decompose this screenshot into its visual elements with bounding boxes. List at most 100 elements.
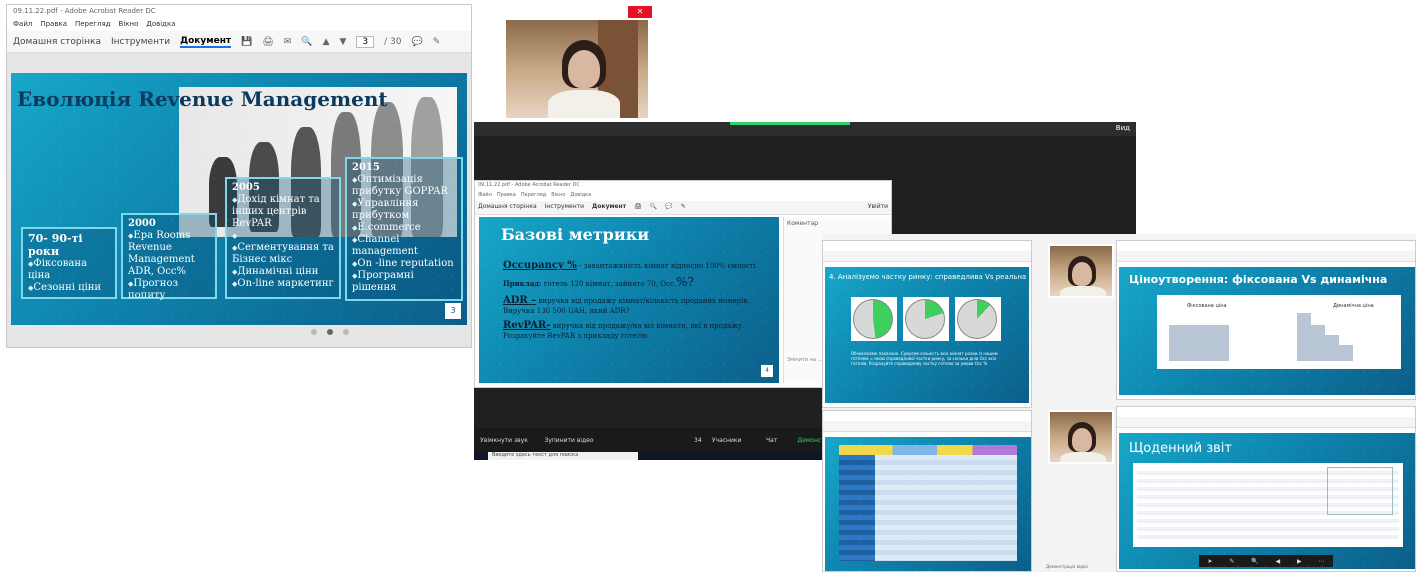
tab-home[interactable]: Домашня сторінка	[13, 37, 101, 47]
box-header: 2015	[352, 162, 380, 173]
chat-button[interactable]: Чат	[752, 437, 792, 444]
taskbar-search-input[interactable]: Введите здесь текст для поиска	[488, 452, 638, 460]
example-text: готель 120 кімнат, зайнято 70, Occ.	[541, 280, 677, 288]
menu-help[interactable]: Довідка	[570, 192, 591, 200]
chart-panel	[955, 297, 1001, 341]
stop-video-button[interactable]: Зупинити відео	[534, 437, 604, 444]
page-number-input[interactable]: 3	[356, 35, 375, 48]
page-up-icon[interactable]: ▲	[323, 37, 330, 47]
box-item: E.commerce	[352, 222, 456, 234]
menu-edit[interactable]: Правка	[40, 20, 67, 30]
tile-toolbar	[823, 251, 1031, 262]
mute-button[interactable]: Увімкнути звук	[474, 437, 534, 444]
gallery-grid: 4. Аналізуємо частку ринку: справедлива …	[822, 234, 1416, 572]
slide-title: Щоденний звіт	[1129, 441, 1232, 456]
menu-edit[interactable]: Правка	[497, 192, 516, 200]
menu-window[interactable]: Вікно	[551, 192, 565, 200]
menu-help[interactable]: Довідка	[146, 20, 175, 30]
zoom-icon[interactable]: 🔍	[1251, 558, 1258, 565]
box-header: 70- 90-ті роки	[28, 232, 83, 259]
toolbar: Домашня сторінка Інструменти Документ 💾 …	[7, 31, 471, 53]
window-close-button[interactable]: ✕	[628, 6, 652, 18]
slide-number-badge: 4	[761, 365, 773, 377]
page-dot-active[interactable]	[327, 329, 333, 335]
slide-title: Ціноутворення: фіксована Vs динамічна	[1129, 273, 1388, 286]
chart-panel	[903, 297, 949, 341]
print-icon[interactable]: 🖨	[262, 37, 273, 47]
term-adr: ADR –	[503, 294, 537, 306]
comment-icon[interactable]: 💬	[412, 37, 423, 47]
page-down-icon[interactable]: ▼	[339, 37, 346, 47]
pen-icon[interactable]: ✎	[681, 203, 686, 212]
tile-daily-report: Щоденний звіт ➤ ✎ 🔍 ◀ ▶ ⋯	[1116, 406, 1416, 572]
pointer-icon[interactable]: ➤	[1207, 558, 1212, 565]
save-icon[interactable]: 💾	[241, 37, 252, 47]
dynamic-price-bar	[1311, 325, 1325, 361]
occupancy-def: - завантажкність кімнат відносно 100% єм…	[576, 262, 756, 270]
pen-icon[interactable]: ✎	[1229, 558, 1234, 565]
tab-tools[interactable]: Інструменти	[545, 203, 584, 212]
gallery-caption: Демонстрація відео	[1046, 564, 1088, 569]
box-item: On -line reputation	[352, 258, 456, 270]
window-title: 09.11.22.pdf - Adobe Acrobat Reader DC	[13, 7, 156, 15]
print-icon[interactable]: 🖨	[634, 203, 642, 212]
webcam-video-top	[504, 18, 650, 120]
box-header: 2005	[232, 182, 260, 193]
menu-view[interactable]: Перегляд	[75, 20, 111, 30]
box-item: Фіксована ціна	[28, 258, 110, 282]
tab-document[interactable]: Документ	[592, 203, 626, 212]
box-item: On-line маркетинг	[232, 278, 334, 290]
menu-window[interactable]: Вікно	[119, 20, 139, 30]
slide-number-badge: 3	[445, 303, 461, 319]
tab-document[interactable]: Документ	[180, 36, 232, 48]
search-icon[interactable]: 🔍	[301, 37, 312, 47]
page-dot[interactable]	[311, 329, 317, 335]
fixed-price-area	[1169, 325, 1229, 361]
menu-file[interactable]: Файл	[478, 192, 492, 200]
spreadsheet-table	[839, 445, 1017, 561]
zoom-header: Вид	[474, 122, 1136, 136]
table-first-column	[839, 455, 875, 561]
tile-toolbar	[1117, 251, 1415, 262]
mail-icon[interactable]: ✉	[284, 37, 292, 47]
pen-icon[interactable]: ✎	[433, 37, 441, 47]
search-icon[interactable]: 🔍	[650, 203, 657, 212]
box-item: Сегментування та Бізнес мікс	[232, 242, 334, 266]
slide-body: Обчислюємо показник. Сумуємо кількість в…	[851, 351, 998, 367]
slide-body: Occupancy % - завантажкність кімнат відн…	[503, 259, 763, 341]
term-revpar: RevPAR-	[503, 319, 551, 331]
comment-icon[interactable]: 💬	[665, 203, 672, 212]
sign-in-link[interactable]: Увійти	[868, 203, 888, 212]
example-question: %?	[676, 275, 694, 289]
dynamic-price-bar	[1339, 345, 1353, 361]
participants-button[interactable]: Учасники	[702, 437, 752, 444]
box-item: Управління прибутком	[352, 198, 456, 222]
acrobat-title: 09.11.22.pdf - Adobe Acrobat Reader DC	[478, 182, 580, 188]
page-total: / 30	[384, 36, 402, 47]
tile-toolbar	[1117, 417, 1415, 428]
more-icon[interactable]: ⋯	[1319, 558, 1325, 565]
slide-spreadsheet	[825, 437, 1031, 571]
menu-view[interactable]: Перегляд	[521, 192, 546, 200]
tab-tools[interactable]: Інструменти	[111, 37, 170, 47]
page-dot[interactable]	[343, 329, 349, 335]
example-label: Приклад:	[503, 279, 542, 288]
person-face	[1072, 262, 1092, 286]
box-item: Динамічні ціни	[232, 266, 334, 278]
previous-icon[interactable]: ◀	[1276, 558, 1281, 565]
chart-panel	[851, 297, 897, 341]
report-table	[1133, 463, 1403, 547]
tile-title-bar	[1117, 241, 1415, 251]
person-shirt	[548, 90, 620, 118]
view-button[interactable]: Вид	[1116, 124, 1130, 132]
menu-file[interactable]: Файл	[13, 20, 32, 30]
adr-def: виручка від продажу кімнат/кількість про…	[503, 296, 750, 315]
pie-chart	[905, 299, 945, 339]
box-item: Сезонні ціни	[28, 282, 110, 294]
report-subtable	[1327, 467, 1393, 515]
next-icon[interactable]: ▶	[1297, 558, 1302, 565]
person-face	[568, 50, 600, 88]
tab-home[interactable]: Домашня сторінка	[478, 203, 537, 212]
tile-spreadsheet	[822, 410, 1032, 572]
timeline-box-4: 2015 Оптимізація прибутку GOPPAR Управлі…	[345, 157, 463, 301]
